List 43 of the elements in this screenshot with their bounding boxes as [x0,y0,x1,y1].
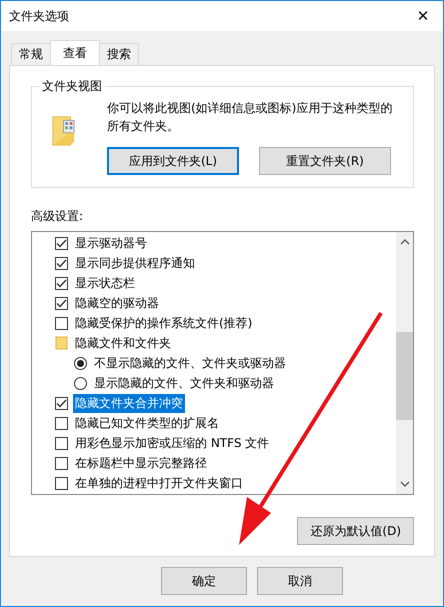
setting-label[interactable]: 显示同步提供程序通知 [73,254,197,272]
scroll-up-icon[interactable] [400,238,410,246]
description-text: 你可以将此视图(如详细信息或图标)应用于这种类型的所有文件夹。 [107,100,394,135]
dialog-button[interactable]: 确定 [161,567,247,595]
setting-label[interactable]: 显示驱动器号 [73,234,149,252]
checkbox[interactable] [55,456,68,470]
setting-label[interactable]: 在标题栏中显示完整路径 [73,454,209,472]
scrollbar-thumb[interactable] [396,332,413,420]
section-label: 高级设置: [31,208,84,225]
setting-label[interactable]: 隐藏空的驱动器 [73,294,161,312]
checkbox[interactable] [55,256,68,270]
checkbox[interactable] [55,436,68,450]
dialog-button[interactable]: 重置文件夹(R) [259,147,391,175]
checkbox[interactable] [55,296,68,310]
setting-label[interactable]: 隐藏受保护的操作系统文件(推荐) [73,314,254,332]
dialog-button[interactable]: 取消 [257,567,343,595]
scroll-down-icon[interactable] [400,480,410,488]
setting-label[interactable]: 隐藏文件和文件夹 [73,334,173,352]
setting-label[interactable]: 显示隐藏的文件、文件夹和驱动器 [92,374,276,392]
setting-label[interactable]: 在单独的进程中打开文件夹窗口 [73,474,245,492]
dialog-button[interactable]: 应用到文件夹(L) [107,147,239,175]
checkbox[interactable] [55,396,68,410]
radio-button[interactable] [74,376,87,390]
setting-label[interactable]: 用彩色显示加密或压缩的 NTFS 文件 [73,434,272,452]
tab[interactable]: 搜索 [99,43,139,65]
group-title: 文件夹视图 [39,78,105,95]
scrollbar[interactable] [396,232,413,494]
tab[interactable]: 常规 [11,43,51,65]
window-title: 文件夹选项 [9,8,69,24]
setting-label[interactable]: 隐藏已知文件类型的扩展名 [73,414,221,432]
close-button[interactable]: ✕ [403,1,443,31]
folder-icon [55,336,69,350]
checkbox[interactable] [55,476,68,490]
setting-label[interactable]: 显示状态栏 [73,274,137,292]
restore-defaults-button[interactable]: 还原为默认值(D) [297,517,414,545]
checkbox[interactable] [55,276,68,290]
tab[interactable]: 查看 [50,40,100,65]
checkbox[interactable] [55,236,68,250]
checkbox[interactable] [55,416,68,430]
setting-label[interactable]: 不显示隐藏的文件、文件夹或驱动器 [92,354,288,372]
setting-label[interactable]: 隐藏文件夹合并冲突 [73,394,185,412]
radio-button[interactable] [74,356,87,370]
checkbox[interactable] [55,316,68,330]
